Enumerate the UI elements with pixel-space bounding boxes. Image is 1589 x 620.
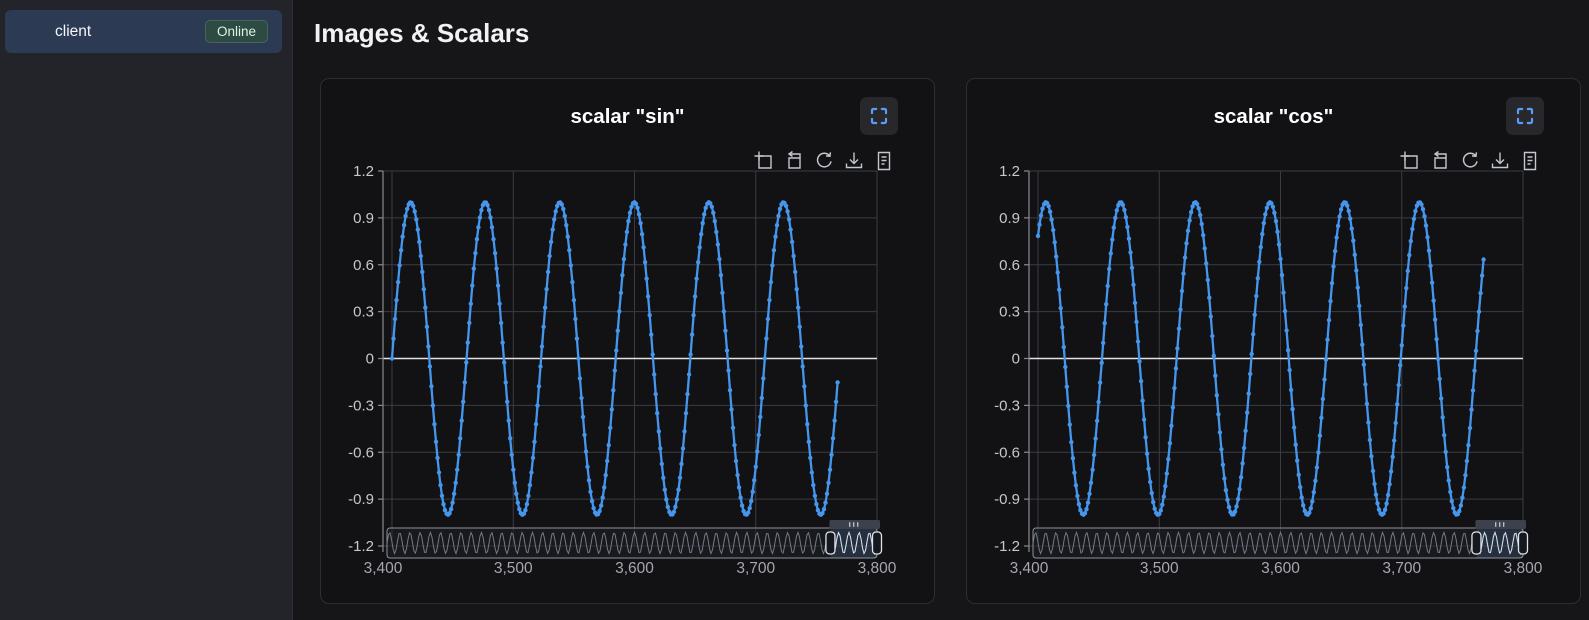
data-zoom-select-button[interactable]: [1399, 150, 1421, 172]
x-tick-label: 3,800: [1504, 560, 1543, 577]
restore-button[interactable]: [1429, 150, 1451, 172]
status-badge: Online: [205, 20, 268, 43]
y-tick-label: -0.3: [994, 397, 1020, 414]
y-axis: 1.2 0.9 0.6 0.3 0 -0.3 -0.6 -0.9 -1.2: [348, 163, 383, 555]
data-zoom-select-icon: [753, 150, 775, 172]
y-tick-label: -0.6: [994, 444, 1020, 461]
x-tick-label: 3,700: [736, 560, 775, 577]
chart-toolbar: [1399, 150, 1541, 172]
x-tick-label: 3,800: [858, 560, 897, 577]
fullscreen-button[interactable]: [1506, 97, 1544, 135]
slider-selection[interactable]: [830, 528, 877, 558]
save-image-icon: [1489, 150, 1511, 172]
save-image-button[interactable]: [843, 150, 865, 172]
y-tick-label: -0.6: [348, 444, 374, 461]
save-image-icon: [843, 150, 865, 172]
slider-move-handle[interactable]: [1475, 520, 1526, 529]
restore-icon: [783, 150, 805, 172]
x-tick-label: 3,500: [1140, 560, 1179, 577]
y-tick-label: 0: [1012, 351, 1020, 368]
x-tick-label: 3,600: [615, 560, 654, 577]
restore-button[interactable]: [783, 150, 805, 172]
data-view-button[interactable]: [1519, 150, 1541, 172]
x-tick-label: 3,700: [1382, 560, 1421, 577]
slider-handle-left[interactable]: [826, 532, 835, 554]
sidebar-item-client[interactable]: client Online: [5, 10, 282, 53]
page-title: Images & Scalars: [314, 15, 1589, 51]
y-tick-label: -0.9: [348, 491, 374, 508]
refresh-icon: [1459, 150, 1481, 172]
y-tick-label: 0.6: [353, 257, 374, 274]
data-view-icon: [1519, 150, 1541, 172]
slider-selection[interactable]: [1476, 528, 1523, 558]
fullscreen-corners-icon: [869, 106, 889, 126]
refresh-button[interactable]: [813, 150, 835, 172]
y-tick-label: 0.6: [999, 257, 1020, 274]
charts-row: 1.20.90.60.30-0.3-0.6-0.9-1.23,4003,5003…: [320, 78, 1589, 604]
save-image-button[interactable]: [1489, 150, 1511, 172]
slider-handle-right[interactable]: [873, 532, 882, 554]
y-tick-label: 0.9: [999, 210, 1020, 227]
slider-move-handle[interactable]: [829, 520, 880, 529]
y-tick-label: -1.2: [994, 538, 1020, 555]
y-tick-label: 1.2: [353, 163, 374, 180]
chart-card-cos: 1.20.90.60.30-0.3-0.6-0.9-1.23,4003,5003…: [966, 78, 1581, 604]
x-tick-label: 3,500: [494, 560, 533, 577]
chart-card-sin: 1.20.90.60.30-0.3-0.6-0.9-1.23,4003,5003…: [320, 78, 935, 604]
app-root: client Online Images & Scalars 1.2 0.9 0.6…: [0, 0, 1589, 620]
data-zoom-select-button[interactable]: [753, 150, 775, 172]
client-name: client: [55, 23, 91, 41]
y-tick-label: 1.2: [999, 163, 1020, 180]
x-axis-labels: 3,400 3,500 3,600 3,700 3,800: [1010, 560, 1543, 577]
refresh-button[interactable]: [1459, 150, 1481, 172]
restore-icon: [1429, 150, 1451, 172]
y-axis: 1.2 0.9 0.6 0.3 0 -0.3 -0.6 -0.9 -1.2: [994, 163, 1029, 555]
x-tick-label: 3,400: [364, 560, 403, 577]
sidebar: client Online: [0, 0, 293, 620]
x-tick-label: 3,400: [1010, 560, 1049, 577]
data-view-icon: [873, 150, 895, 172]
y-tick-label: 0.3: [353, 304, 374, 321]
slider-handle-right[interactable]: [1519, 532, 1528, 554]
y-tick-label: -0.9: [994, 491, 1020, 508]
y-tick-label: 0.9: [353, 210, 374, 227]
y-tick-label: 0.3: [999, 304, 1020, 321]
chart-toolbar: [753, 150, 895, 172]
fullscreen-corners-icon: [1515, 106, 1535, 126]
x-axis-labels: 3,400 3,500 3,600 3,700 3,800: [364, 560, 897, 577]
x-tick-label: 3,600: [1261, 560, 1300, 577]
y-tick-label: -1.2: [348, 538, 374, 555]
data-view-button[interactable]: [873, 150, 895, 172]
fullscreen-button[interactable]: [860, 97, 898, 135]
main-content: Images & Scalars 1.2 0.9 0.6 0.3 0 -0.3 -0.6 -0…: [293, 0, 1589, 620]
refresh-icon: [813, 150, 835, 172]
slider-handle-left[interactable]: [1472, 532, 1481, 554]
y-tick-label: 0: [366, 351, 374, 368]
y-tick-label: -0.3: [348, 397, 374, 414]
data-zoom-select-icon: [1399, 150, 1421, 172]
